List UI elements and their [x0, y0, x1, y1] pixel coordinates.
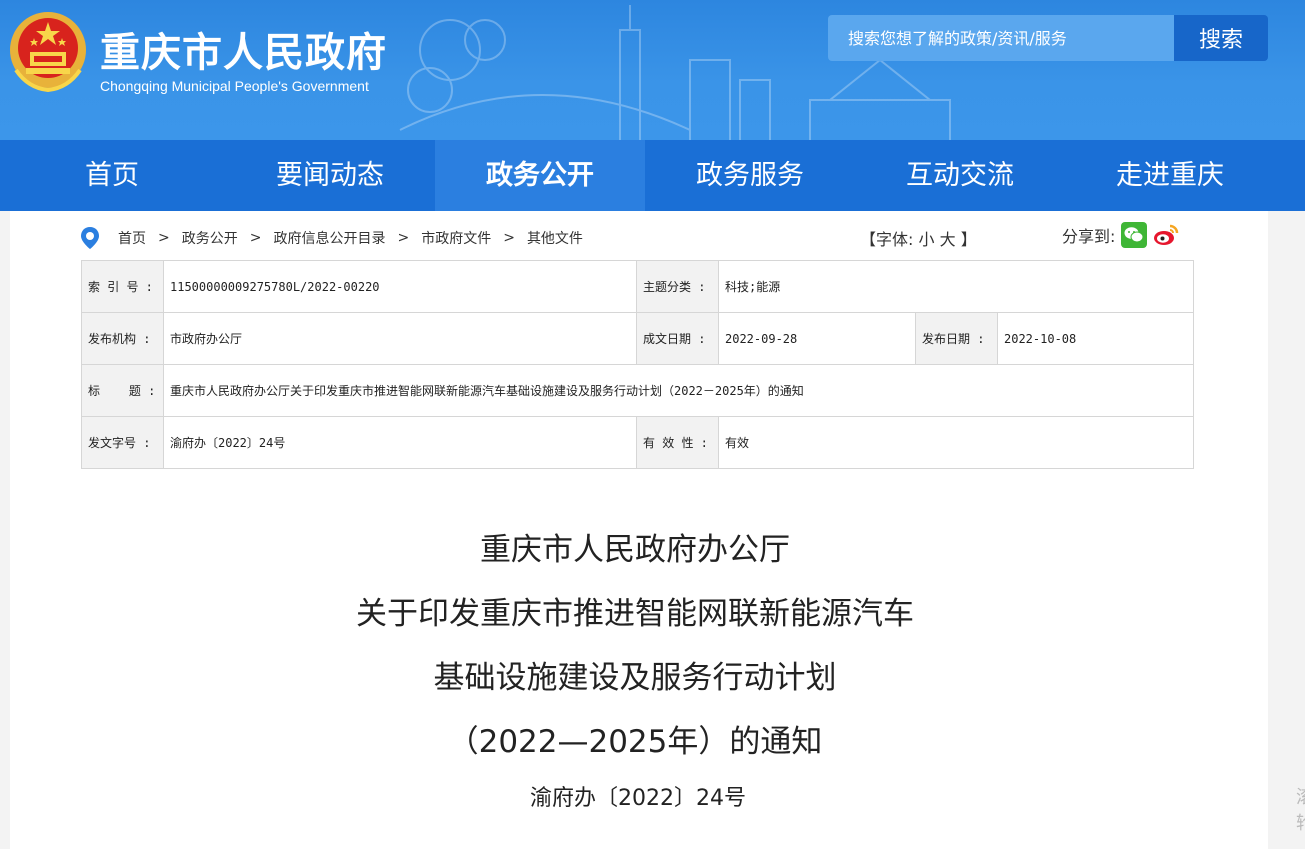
- breadcrumb-separator: >: [397, 230, 410, 246]
- created-date-label: 成文日期 :: [636, 312, 719, 365]
- share-label: 分享到:: [1062, 227, 1116, 246]
- publisher-value: 市政府办公厅: [163, 312, 637, 365]
- share-bar: 分享到:: [1062, 222, 1179, 248]
- font-size-open: 【字体:: [860, 230, 914, 249]
- breadcrumb-separator: >: [503, 230, 515, 246]
- site-subtitle: Chongqing Municipal People's Government: [100, 78, 369, 94]
- search-box: [828, 15, 1188, 61]
- index-no-value: 11500000009275780L/2022-00220: [163, 260, 637, 313]
- nav-item-interaction[interactable]: 互动交流: [855, 140, 1065, 211]
- doc-no-label: 发文字号 :: [81, 416, 164, 469]
- nav-item-gov-service[interactable]: 政务服务: [645, 140, 855, 211]
- search-input[interactable]: [828, 15, 1188, 61]
- nav-item-gov-open[interactable]: 政务公开: [435, 140, 645, 211]
- index-no-label: 索 引 号 :: [81, 260, 164, 313]
- created-date-value: 2022-09-28: [718, 312, 916, 365]
- wechat-icon[interactable]: [1121, 222, 1148, 248]
- doc-title-line-2: 关于印发重庆市推进智能网联新能源汽车: [356, 596, 914, 632]
- site-header: 重庆市人民政府 Chongqing Municipal People's Gov…: [0, 0, 1305, 140]
- national-emblem-icon: [10, 12, 86, 92]
- edge-text-char: 滚: [1296, 785, 1305, 811]
- font-size-control: 【字体: 小 大 】: [860, 226, 977, 250]
- published-date-label: 发布日期 :: [915, 312, 998, 365]
- breadcrumb-gov-open[interactable]: 政务公开: [182, 228, 238, 248]
- site-title[interactable]: 重庆市人民政府: [100, 20, 387, 78]
- topic-label: 主题分类 :: [636, 260, 719, 313]
- weibo-icon[interactable]: [1153, 222, 1179, 248]
- breadcrumb-other-docs[interactable]: 其他文件: [527, 228, 583, 248]
- main-nav: 首页 要闻动态 政务公开 政务服务 互动交流 走进重庆: [0, 140, 1305, 211]
- title-label: 标 题 :: [81, 364, 164, 417]
- doc-title-line-4: （2022—2025年）的通知: [447, 724, 823, 760]
- font-size-small[interactable]: 小: [919, 230, 935, 249]
- location-pin-icon: [81, 227, 99, 249]
- search-button[interactable]: 搜索: [1174, 15, 1268, 61]
- nav-item-about-chongqing[interactable]: 走进重庆: [1065, 140, 1275, 211]
- title-value: 重庆市人民政府办公厅关于印发重庆市推进智能网联新能源汽车基础设施建设及服务行动计…: [163, 364, 1194, 417]
- edge-text-char: 轮: [1296, 811, 1305, 837]
- breadcrumb-separator: >: [249, 230, 262, 246]
- nav-item-home[interactable]: 首页: [0, 140, 225, 211]
- breadcrumb: 首页 > 政务公开 > 政府信息公开目录 > 市政府文件 > 其他文件: [80, 225, 583, 251]
- doc-number: 渝府办〔2022〕24号: [530, 786, 746, 811]
- validity-label: 有 效 性 :: [636, 416, 719, 469]
- breadcrumb-municipal-docs[interactable]: 市政府文件: [421, 228, 491, 248]
- breadcrumb-home[interactable]: 首页: [118, 228, 146, 248]
- validity-value: 有效: [718, 416, 1194, 469]
- published-date-value: 2022-10-08: [997, 312, 1194, 365]
- font-size-large[interactable]: 大: [940, 230, 956, 249]
- publisher-label: 发布机构 :: [81, 312, 164, 365]
- font-size-close: 】: [960, 230, 977, 249]
- document-meta-table: 索 引 号 : 11500000009275780L/2022-00220 主题…: [81, 260, 1194, 469]
- nav-item-news[interactable]: 要闻动态: [225, 140, 435, 211]
- topic-value: 科技;能源: [718, 260, 1194, 313]
- doc-title-line-1: 重庆市人民政府办公厅: [480, 532, 790, 568]
- edge-text: 滚 轮: [1296, 785, 1305, 837]
- breadcrumb-info-catalog[interactable]: 政府信息公开目录: [273, 228, 385, 248]
- doc-title-line-3: 基础设施建设及服务行动计划: [433, 660, 837, 696]
- breadcrumb-separator: >: [158, 230, 170, 246]
- doc-no-value: 渝府办〔2022〕24号: [163, 416, 637, 469]
